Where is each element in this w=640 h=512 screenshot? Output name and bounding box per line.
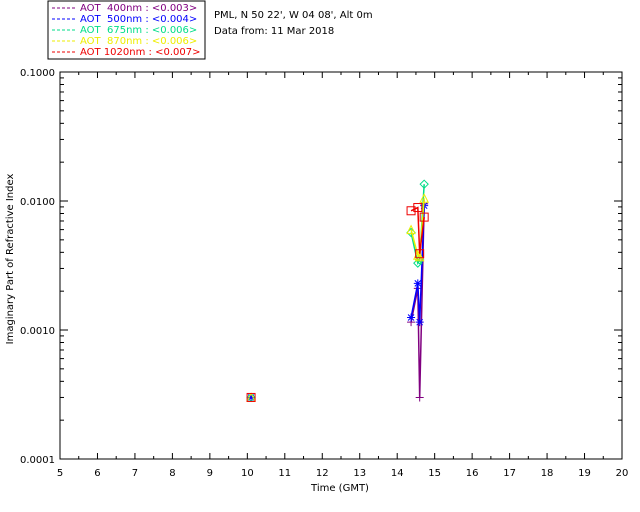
series-0 <box>407 199 429 402</box>
x-tick-label-1: 6 <box>94 468 100 479</box>
legend: AOT 400nm : <0.003>AOT 500nm : <0.004>AO… <box>47 0 206 60</box>
legend-label-2: AOT 675nm : <0.006> <box>80 25 197 36</box>
x-tick-label-8: 13 <box>353 468 366 479</box>
y-axis: 0.0001 0.0010 0.0100 0.1000 <box>20 68 622 466</box>
series-1-point-0 <box>407 313 416 322</box>
series-layer <box>406 179 429 402</box>
x-tick-label-15: 20 <box>616 468 629 479</box>
legend-label-0: AOT 400nm : <0.003> <box>80 3 197 14</box>
y-axis-label: Imaginary Part of Refractive Index <box>5 174 16 345</box>
x-tick-label-9: 14 <box>391 468 404 479</box>
x-axis: 5 6 7 8 9 10 11 12 13 14 15 16 17 18 19 20 <box>57 72 629 479</box>
legend-label-1: AOT 500nm : <0.004> <box>80 14 197 25</box>
header-location: PML, N 50 22', W 04 08', Alt 0m <box>214 10 373 21</box>
x-tick-label-12: 17 <box>503 468 516 479</box>
series-1-point-2 <box>415 318 424 327</box>
plot-frame <box>59 71 623 460</box>
x-axis-label: Time (GMT) <box>310 483 369 494</box>
x-tick-label-7: 12 <box>316 468 329 479</box>
x-tick-label-11: 16 <box>466 468 479 479</box>
isolated-point-series-1 <box>247 393 256 402</box>
isolated-point-layer <box>246 392 256 403</box>
y-tick-label-3: 0.1000 <box>20 68 55 79</box>
x-tick-label-5: 10 <box>241 468 254 479</box>
x-tick-label-0: 5 <box>57 468 63 479</box>
x-tick-label-4: 9 <box>207 468 213 479</box>
y-tick-label-0: 0.0001 <box>20 455 55 466</box>
x-tick-label-2: 7 <box>132 468 138 479</box>
aerosol-imaginary-index-chart: AOT 400nm : <0.003>AOT 500nm : <0.004>AO… <box>5 0 629 494</box>
x-tick-label-14: 19 <box>578 468 591 479</box>
x-tick-label-13: 18 <box>541 468 554 479</box>
y-tick-label-2: 0.0100 <box>20 197 55 208</box>
series-0-point-2 <box>415 393 424 402</box>
legend-label-3: AOT 870nm : <0.006> <box>80 36 197 47</box>
x-tick-label-3: 8 <box>169 468 175 479</box>
series-4 <box>406 203 429 259</box>
legend-label-4: AOT 1020nm : <0.007> <box>80 47 200 58</box>
series-1-point-1 <box>413 279 422 288</box>
x-tick-label-6: 11 <box>278 468 291 479</box>
x-tick-label-10: 15 <box>428 468 441 479</box>
header-date: Data from: 11 Mar 2018 <box>214 26 334 37</box>
y-tick-label-1: 0.0010 <box>20 326 55 337</box>
